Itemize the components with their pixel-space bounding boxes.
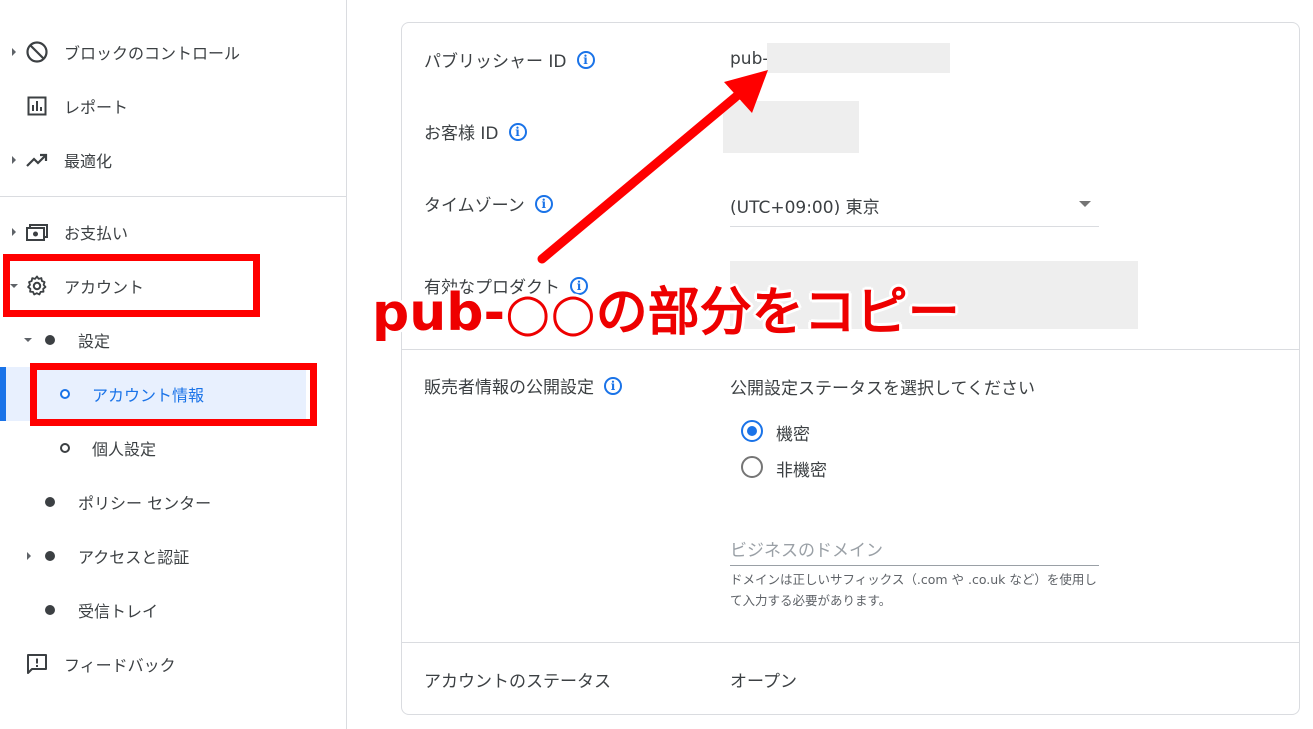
sidebar-item-policy-center[interactable]: ポリシー センター <box>0 482 346 522</box>
business-domain-input[interactable]: ビジネスのドメイン <box>730 536 883 561</box>
domain-hint-text: ドメインは正しいサフィックス（.com や .co.uk など）を使用して入力す… <box>730 572 1097 608</box>
sidebar-item-label: ブロックのコントロール <box>64 44 241 63</box>
feedback-icon <box>24 651 50 677</box>
seller-info-label-text: 販売者情報の公開設定 <box>424 378 594 398</box>
customer-id-label-text: お客様 ID <box>424 124 499 144</box>
bullet-icon <box>45 551 55 561</box>
dropdown-arrow-icon[interactable] <box>1079 201 1091 207</box>
sidebar-item-reports[interactable]: レポート <box>0 86 346 126</box>
block-icon <box>24 39 50 65</box>
sidebar-item-label: 最適化 <box>64 152 113 171</box>
sidebar-item-feedback[interactable]: フィードバック <box>0 644 346 684</box>
radio-nonconfidential[interactable] <box>741 456 763 478</box>
timezone-select-underline <box>730 226 1099 227</box>
expand-caret-icon[interactable] <box>12 156 16 164</box>
annotation-copy-instruction: pub-○○の部分をコピー <box>372 283 960 343</box>
radio-confidential-label[interactable]: 機密 <box>776 420 810 445</box>
sidebar-item-access-auth[interactable]: アクセスと認証 <box>0 536 346 576</box>
report-icon <box>24 93 50 119</box>
sidebar-item-inbox[interactable]: 受信トレイ <box>0 590 346 630</box>
sidebar-item-block-controls[interactable]: ブロックのコントロール <box>0 32 346 72</box>
redacted-publisher-id <box>767 43 950 73</box>
expand-caret-icon[interactable] <box>12 48 16 56</box>
card-divider <box>402 349 1299 350</box>
timezone-label: タイムゾーン i <box>424 191 553 216</box>
bullet-icon <box>45 605 55 615</box>
expand-caret-icon[interactable] <box>27 552 31 560</box>
timezone-label-text: タイムゾーン <box>424 196 525 216</box>
expand-caret-icon[interactable] <box>12 228 16 236</box>
publisher-id-label-text: パブリッシャー ID <box>424 52 567 72</box>
sidebar-item-personal-settings[interactable]: 個人設定 <box>0 428 346 468</box>
sidebar-item-label: フィードバック <box>64 656 176 675</box>
collapse-caret-icon[interactable] <box>24 338 32 342</box>
account-status-label-text: アカウントのステータス <box>424 672 611 692</box>
info-icon[interactable]: i <box>576 50 595 69</box>
trending-up-icon <box>24 147 50 173</box>
publisher-id-value[interactable]: pub- <box>730 49 769 69</box>
info-icon[interactable]: i <box>534 194 553 213</box>
radio-confidential[interactable] <box>741 420 763 442</box>
payments-icon <box>24 219 50 245</box>
card-divider <box>402 642 1299 643</box>
business-domain-underline <box>730 565 1099 566</box>
sidebar-item-label: お支払い <box>64 224 129 243</box>
sidebar-item-label: ポリシー センター <box>78 494 212 513</box>
info-icon[interactable]: i <box>508 122 527 141</box>
account-status-value: オープン <box>730 672 797 692</box>
highlight-box-account <box>3 254 260 317</box>
account-info-card: パブリッシャー ID i pub- お客様 ID i タイムゾーン i (UTC… <box>401 22 1300 715</box>
sidebar-item-label: 受信トレイ <box>78 602 159 621</box>
seller-info-label: 販売者情報の公開設定 i <box>424 373 622 398</box>
sidebar-item-label: レポート <box>64 98 129 117</box>
redacted-customer-id <box>723 101 859 153</box>
sidebar-item-optimization[interactable]: 最適化 <box>0 140 346 180</box>
sidebar-item-settings[interactable]: 設定 <box>0 320 346 360</box>
sidebar-item-label: 個人設定 <box>92 440 157 459</box>
highlight-box-account-info <box>30 363 317 426</box>
radio-nonconfidential-label[interactable]: 非機密 <box>776 456 827 481</box>
sidebar: ブロックのコントロール レポート 最適化 お支払い アカウント 設定 アカウント… <box>0 0 347 729</box>
bullet-icon <box>45 335 55 345</box>
sidebar-divider <box>0 196 346 197</box>
info-icon[interactable]: i <box>604 376 622 395</box>
timezone-select[interactable]: (UTC+09:00) 東京 <box>730 193 880 218</box>
sidebar-item-payments[interactable]: お支払い <box>0 212 346 252</box>
sidebar-item-label: アクセスと認証 <box>78 548 190 567</box>
bullet-outline-icon <box>60 443 70 453</box>
visibility-status-prompt: 公開設定ステータスを選択してください <box>730 379 1035 399</box>
bullet-icon <box>45 497 55 507</box>
publisher-id-label: パブリッシャー ID i <box>424 47 595 72</box>
account-status-label: アカウントのステータス <box>424 667 611 692</box>
customer-id-label: お客様 ID i <box>424 119 527 144</box>
sidebar-item-label: 設定 <box>78 332 111 351</box>
